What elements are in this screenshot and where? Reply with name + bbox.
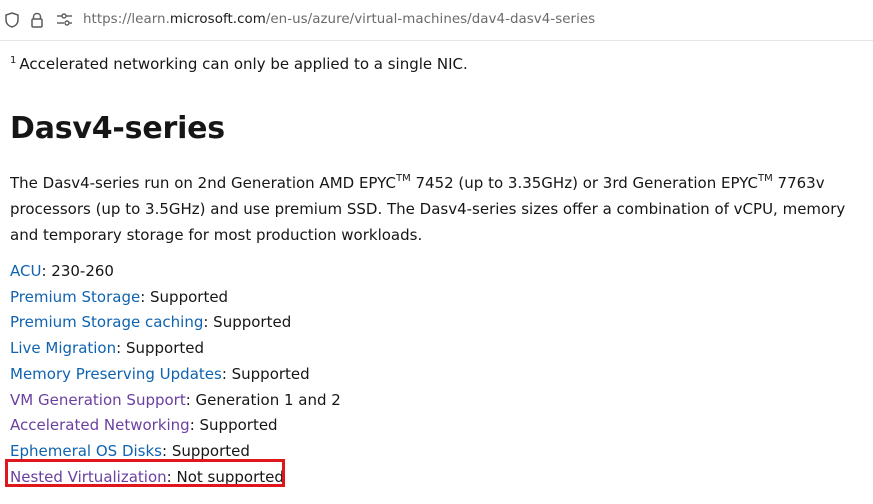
trademark-2: TM [758,173,773,184]
feature-link[interactable]: ACU [10,262,41,280]
feature-link[interactable]: Premium Storage caching [10,313,203,331]
description-text-1: The Dasv4-series run on 2nd Generation A… [10,174,396,192]
trademark-1: TM [395,173,411,184]
description-text-2: 7452 (up to 3.35GHz) or 3rd Generation E… [410,174,759,192]
series-description: The Dasv4-series run on 2nd Generation A… [10,166,870,248]
feature-value: : Supported [140,287,229,306]
feature-item: Premium Storage caching: Supported [10,310,341,336]
feature-value: : Supported [203,313,292,332]
footnote-text: Accelerated networking can only be appli… [19,55,468,73]
feature-item: Premium Storage: Supported [10,285,341,311]
shield-icon[interactable] [3,11,21,29]
footnote-marker: 1 [10,55,17,66]
url-path: /en-us/azure/virtual-machines/dav4-dasv4… [265,12,596,27]
feature-value: : Supported [162,441,250,460]
url-field[interactable]: https://learn.microsoft.com/en-us/azure/… [83,11,595,29]
feature-link[interactable]: VM Generation Support [10,391,186,409]
page-title: Dasv4-series [10,111,225,146]
url-prefix: https://learn. [83,12,170,27]
feature-link[interactable]: Memory Preserving Updates [10,365,222,383]
feature-item: Live Migration: Supported [10,336,341,362]
url-host: microsoft.com [169,12,266,27]
feature-value: : Supported [116,339,204,358]
footnote: 1 Accelerated networking can only be appl… [10,50,468,75]
feature-value: : Supported [189,416,278,435]
feature-value: : 230-260 [41,262,114,280]
feature-item: Accelerated Networking: Supported [10,413,341,439]
feature-item: Nested Virtualization: Not supported [10,465,341,491]
feature-link[interactable]: Accelerated Networking [10,416,190,434]
feature-link[interactable]: Nested Virtualization [10,468,167,486]
feature-link[interactable]: Ephemeral OS Disks [10,442,162,460]
page-settings-icon[interactable] [56,11,74,29]
browser-address-bar: https://learn.microsoft.com/en-us/azure/… [0,0,873,41]
feature-item: ACU: 230-260 [10,259,341,285]
feature-link[interactable]: Premium Storage [10,288,140,306]
feature-link[interactable]: Live Migration [10,339,116,357]
lock-icon[interactable] [28,11,46,29]
feature-value: : Generation 1 and 2 [185,390,341,409]
feature-item: VM Generation Support: Generation 1 and … [10,388,341,414]
feature-item: Ephemeral OS Disks: Supported [10,439,341,465]
feature-value: : Not supported [166,467,284,486]
feature-item: Memory Preserving Updates: Supported [10,362,341,388]
feature-support-list: ACU: 230-260 Premium Storage: Supported Pr… [10,259,341,490]
feature-value: : Supported [221,364,310,383]
